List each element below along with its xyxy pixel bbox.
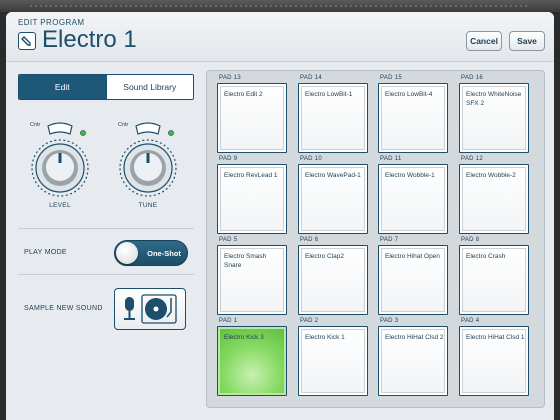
pad-button-selected[interactable]: Electro Kick 3 [217, 326, 287, 396]
pad-sound-name: Electro Wobble-1 [385, 172, 435, 179]
save-button[interactable]: Save [509, 31, 545, 51]
pad-sound-name: Electro Clap2 [305, 253, 345, 260]
pad-button[interactable]: Electro WhiteNoise SFX 2 [459, 83, 529, 153]
cancel-button[interactable]: Cancel [466, 31, 502, 51]
pad-number: PAD 14 [300, 75, 323, 81]
pad-number: PAD 7 [380, 237, 399, 243]
pad-button[interactable]: Electro Crash [459, 245, 529, 315]
pad-cell: PAD 4 Electro HiHat Clsd 1 [459, 318, 533, 400]
pad-sound-name: Electro HiHat Clsd 2 [385, 334, 444, 341]
pad-sound-name: Electro LowBit-4 [385, 91, 433, 98]
level-knob[interactable]: Cntr LEVEL [28, 120, 92, 210]
toggle-knob [116, 242, 138, 264]
tab-edit[interactable]: Edit [19, 75, 106, 99]
page-title: Electro 1 [42, 26, 137, 53]
pad-grid: PAD 13 Electro Edit 2 PAD 14 Electro LowBit… [206, 70, 545, 408]
microphone-icon [124, 297, 135, 320]
pad-cell: PAD 6 Electro Clap2 [298, 237, 372, 319]
level-label: LEVEL [49, 202, 71, 209]
pad-sound-name: Electro Kick 1 [305, 334, 345, 341]
pad-button[interactable]: Electro RevLead 1 [217, 164, 287, 234]
pad-button[interactable]: Electro Kick 1 [298, 326, 368, 396]
pad-sound-name: Electro HiHat Clsd 1 [466, 334, 525, 341]
pad-number: PAD 8 [461, 237, 480, 243]
sample-new-sound-button[interactable] [114, 288, 186, 330]
pad-number: PAD 1 [219, 318, 238, 324]
tune-knob[interactable]: Cntr TUNE [116, 120, 180, 210]
pad-button[interactable]: Electro Hihat Open [378, 245, 448, 315]
level-cntr-label: Cntr [30, 122, 41, 128]
pad-cell: PAD 1 Electro Kick 3 [217, 318, 291, 400]
pad-sound-name: Electro Kick 3 [224, 334, 264, 341]
pad-button[interactable]: Electro Wobble-1 [378, 164, 448, 234]
tab-sound-library[interactable]: Sound Library [105, 75, 193, 99]
pad-cell: PAD 9 Electro RevLead 1 [217, 156, 291, 238]
pad-number: PAD 13 [219, 75, 242, 81]
pad-button[interactable]: Electro WavePad-1 [298, 164, 368, 234]
pad-sound-name: Electro LowBit-1 [305, 91, 353, 98]
pad-cell: PAD 14 Electro LowBit-1 [298, 75, 372, 157]
pad-number: PAD 6 [300, 237, 319, 243]
pad-button[interactable]: Electro HiHat Clsd 1 [459, 326, 529, 396]
pad-button[interactable]: Electro Wobble-2 [459, 164, 529, 234]
pad-sound-name: Electro Hihat Open [385, 253, 440, 260]
edit-program-window: EDIT PROGRAM Electro 1 Cancel Save Edit … [6, 12, 554, 420]
pad-number: PAD 15 [380, 75, 403, 81]
pad-button[interactable]: Electro Smash Snare [217, 245, 287, 315]
pad-cell: PAD 12 Electro Wobble-2 [459, 156, 533, 238]
pad-button[interactable]: Electro LowBit-1 [298, 83, 368, 153]
pad-cell: PAD 11 Electro Wobble-1 [378, 156, 452, 238]
pad-cell: PAD 2 Electro Kick 1 [298, 318, 372, 400]
pad-button[interactable]: Electro Edit 2 [217, 83, 287, 153]
pad-number: PAD 12 [461, 156, 484, 162]
pad-number: PAD 10 [300, 156, 323, 162]
pad-cell: PAD 8 Electro Crash [459, 237, 533, 319]
turntable-icon [141, 294, 177, 324]
pad-number: PAD 3 [380, 318, 399, 324]
pad-sound-name: Electro Edit 2 [224, 91, 263, 98]
pad-button[interactable]: Electro HiHat Clsd 2 [378, 326, 448, 396]
header: EDIT PROGRAM Electro 1 Cancel Save [6, 12, 554, 62]
pad-number: PAD 9 [219, 156, 238, 162]
pad-cell: PAD 3 Electro HiHat Clsd 2 [378, 318, 452, 400]
pad-cell: PAD 13 Electro Edit 2 [217, 75, 291, 157]
pad-number: PAD 2 [300, 318, 319, 324]
pad-sound-name: Electro Smash Snare [224, 253, 267, 269]
pad-number: PAD 4 [461, 318, 480, 324]
divider [18, 274, 194, 275]
pad-sound-name: Electro Crash [466, 253, 506, 260]
pad-number: PAD 5 [219, 237, 238, 243]
mode-segmented-control: Edit Sound Library [18, 74, 194, 100]
pad-button[interactable]: Electro LowBit-4 [378, 83, 448, 153]
pad-cell: PAD 15 Electro LowBit-4 [378, 75, 452, 157]
pad-cell: PAD 5 Electro Smash Snare [217, 237, 291, 319]
pad-cell: PAD 10 Electro WavePad-1 [298, 156, 372, 238]
tune-label: TUNE [138, 202, 158, 209]
sample-new-sound-label: SAMPLE NEW SOUND [24, 305, 103, 312]
pad-sound-name: Electro WavePad-1 [305, 172, 361, 179]
pad-sound-name: Electro Wobble-2 [466, 172, 516, 179]
play-mode-value: One-Shot [147, 248, 181, 258]
tune-cntr-label: Cntr [118, 122, 129, 128]
pad-cell: PAD 7 Electro Hihat Open [378, 237, 452, 319]
pencil-icon[interactable] [18, 32, 36, 50]
pad-button[interactable]: Electro Clap2 [298, 245, 368, 315]
pad-number: PAD 11 [380, 156, 402, 162]
top-strip [0, 0, 560, 12]
pad-number: PAD 16 [461, 75, 484, 81]
play-mode-toggle[interactable]: One-Shot [114, 240, 188, 266]
divider [18, 228, 194, 229]
pad-sound-name: Electro WhiteNoise SFX 2 [466, 91, 522, 107]
pad-cell: PAD 16 Electro WhiteNoise SFX 2 [459, 75, 533, 157]
pad-sound-name: Electro RevLead 1 [224, 172, 278, 179]
play-mode-label: PLAY MODE [24, 249, 67, 256]
